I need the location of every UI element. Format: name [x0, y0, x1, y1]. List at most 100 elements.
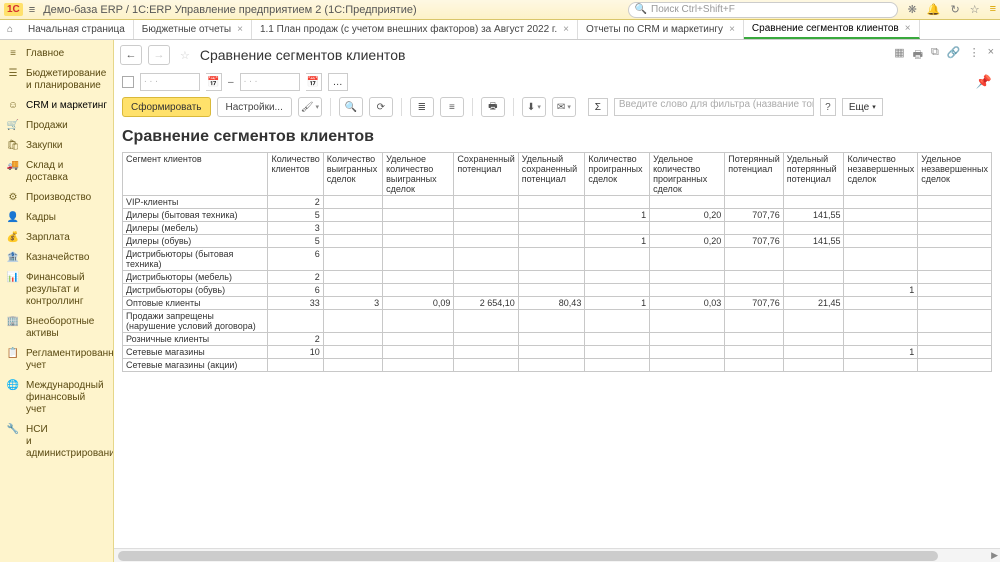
table-row[interactable]: Дилеры (обувь)510,20707,76141,55	[123, 235, 992, 248]
tab[interactable]: 1.1 План продаж (с учетом внешних фактор…	[252, 20, 578, 39]
sidebar-item[interactable]: ☰Бюджетированиеи планирование	[0, 64, 113, 96]
column-header[interactable]: Количество проигранных сделок	[585, 153, 650, 196]
sidebar-item[interactable]: 🛒Продажи	[0, 116, 113, 136]
column-header[interactable]: Удельный потерянный потенциал	[783, 153, 844, 196]
sidebar-item[interactable]: ⚙Производство	[0, 188, 113, 208]
tab[interactable]: Начальная страница	[20, 20, 134, 39]
sidebar-item[interactable]: 💰Зарплата	[0, 228, 113, 248]
sidebar-item[interactable]: 🛍Закупки	[0, 136, 113, 156]
collapse-button[interactable]: ≡	[440, 97, 464, 117]
value-cell: 1	[844, 284, 918, 297]
table-row[interactable]: Сетевые магазины101	[123, 346, 992, 359]
expand-button[interactable]: ≣	[410, 97, 434, 117]
value-cell: 6	[268, 248, 323, 271]
close-icon[interactable]: ×	[988, 46, 994, 65]
history-icon[interactable]: ↻	[950, 3, 959, 16]
period-more-button[interactable]: …	[328, 73, 348, 91]
table-row[interactable]: Дилеры (бытовая техника)510,20707,76141,…	[123, 209, 992, 222]
period-checkbox[interactable]	[122, 76, 134, 88]
table-row[interactable]: Дистрибьюторы (мебель)2	[123, 271, 992, 284]
date-from-picker[interactable]: 📅	[206, 73, 222, 91]
menu-bars-icon[interactable]: ≡	[990, 3, 996, 16]
tab[interactable]: Бюджетные отчеты×	[134, 20, 252, 39]
column-header[interactable]: Количество выигранных сделок	[323, 153, 382, 196]
print-icon[interactable]: 🖶	[913, 46, 923, 65]
sidebar-item[interactable]: ☺CRM и маркетинг	[0, 96, 113, 116]
table-row[interactable]: Дистрибьюторы (бытовая техника)6	[123, 248, 992, 271]
value-cell	[518, 271, 585, 284]
table-row[interactable]: Сетевые магазины (акции)	[123, 359, 992, 372]
column-header[interactable]: Потерянный потенциал	[725, 153, 784, 196]
column-header[interactable]: Сохраненный потенциал	[454, 153, 518, 196]
column-header[interactable]: Удельное количество проигранных сделок	[650, 153, 725, 196]
table-row[interactable]: Дистрибьюторы (обувь)61	[123, 284, 992, 297]
tab-close-icon[interactable]: ×	[563, 24, 569, 35]
table-row[interactable]: Розничные клиенты2	[123, 333, 992, 346]
filter-input[interactable]: Введите слово для фильтра (название това…	[614, 98, 814, 116]
value-cell	[725, 222, 784, 235]
value-cell: 80,43	[518, 297, 585, 310]
date-to-input[interactable]: . . .	[240, 73, 300, 91]
tab[interactable]: Сравнение сегментов клиентов×	[744, 20, 920, 39]
tab-close-icon[interactable]: ×	[729, 24, 735, 35]
theme-icon[interactable]: ❋	[908, 3, 917, 16]
tab-close-icon[interactable]: ×	[905, 23, 911, 34]
brush-button[interactable]: 🖌▾	[298, 97, 322, 117]
favorite-icon[interactable]: ☆	[180, 49, 190, 62]
nav-label: Склад и доставка	[26, 160, 107, 184]
sidebar-item[interactable]: ≡Главное	[0, 44, 113, 64]
table-row[interactable]: Продажи запрещены (нарушение условий дог…	[123, 310, 992, 333]
more-button[interactable]: Еще▾	[842, 98, 883, 116]
column-header[interactable]: Удельный сохраненный потенциал	[518, 153, 585, 196]
star-icon[interactable]: ☆	[970, 3, 980, 16]
value-cell: 3	[268, 222, 323, 235]
value-cell	[783, 310, 844, 333]
forward-button[interactable]: →	[148, 45, 170, 65]
form-button[interactable]: Сформировать	[122, 97, 211, 117]
copy-icon[interactable]: ⧉	[931, 46, 939, 65]
refresh-button[interactable]: ⟳	[369, 97, 393, 117]
bell-icon[interactable]: 🔔	[927, 3, 941, 16]
sidebar-item[interactable]: 🏦Казначейство	[0, 248, 113, 268]
menu-icon[interactable]: ≡	[29, 4, 35, 16]
sidebar-item[interactable]: 🌐Международныйфинансовый учет	[0, 376, 113, 420]
table-row[interactable]: Дилеры (мебель)3	[123, 222, 992, 235]
sidebar-item[interactable]: 📊Финансовыйрезультат и контроллинг	[0, 268, 113, 312]
date-from-input[interactable]: . . .	[140, 73, 200, 91]
horizontal-scrollbar[interactable]: ▶	[114, 548, 1000, 562]
pin-icon[interactable]: 📌	[976, 74, 992, 90]
sidebar-item[interactable]: 🚚Склад и доставка	[0, 156, 113, 188]
sigma-button[interactable]: Σ	[588, 98, 608, 116]
value-cell	[518, 333, 585, 346]
nav-icon: 📊	[6, 272, 20, 284]
column-header[interactable]: Количество клиентов	[268, 153, 323, 196]
print-button[interactable]: 🖶	[481, 97, 505, 117]
table-row[interactable]: VIP-клиенты2	[123, 196, 992, 209]
help-button[interactable]: ?	[820, 98, 836, 116]
column-header[interactable]: Количество незавершенных сделок	[844, 153, 918, 196]
tab-close-icon[interactable]: ×	[237, 24, 243, 35]
home-icon[interactable]: ⌂	[0, 20, 20, 39]
settings-button[interactable]: Настройки...	[217, 97, 292, 117]
kebab-icon[interactable]: ⋮	[969, 46, 980, 65]
back-button[interactable]: ←	[120, 45, 142, 65]
tab[interactable]: Отчеты по CRM и маркетингу×	[578, 20, 744, 39]
nav-icon: 🏦	[6, 252, 20, 264]
find-button[interactable]: 🔍	[339, 97, 363, 117]
mail-button[interactable]: ✉▾	[552, 97, 576, 117]
value-cell	[844, 333, 918, 346]
sidebar-item[interactable]: 📋Регламентированныйучет	[0, 344, 113, 376]
column-header[interactable]: Удельное количество выигранных сделок	[383, 153, 454, 196]
link-icon[interactable]: 🔗	[947, 46, 961, 65]
date-to-picker[interactable]: 📅	[306, 73, 322, 91]
sidebar-item[interactable]: 🔧НСИи администрирование	[0, 420, 113, 464]
save-button[interactable]: ⬇▾	[522, 97, 546, 117]
sidebar-item[interactable]: 🏢Внеоборотные активы	[0, 312, 113, 344]
column-header[interactable]: Сегмент клиентов	[123, 153, 268, 196]
value-cell	[783, 271, 844, 284]
sidebar-item[interactable]: 👤Кадры	[0, 208, 113, 228]
table-row[interactable]: Оптовые клиенты3330,092 654,1080,4310,03…	[123, 297, 992, 310]
search-input[interactable]: 🔍 Поиск Ctrl+Shift+F	[628, 2, 898, 18]
column-header[interactable]: Удельное незавершенных сделок	[918, 153, 992, 196]
chart-icon[interactable]: ▦	[894, 46, 904, 65]
